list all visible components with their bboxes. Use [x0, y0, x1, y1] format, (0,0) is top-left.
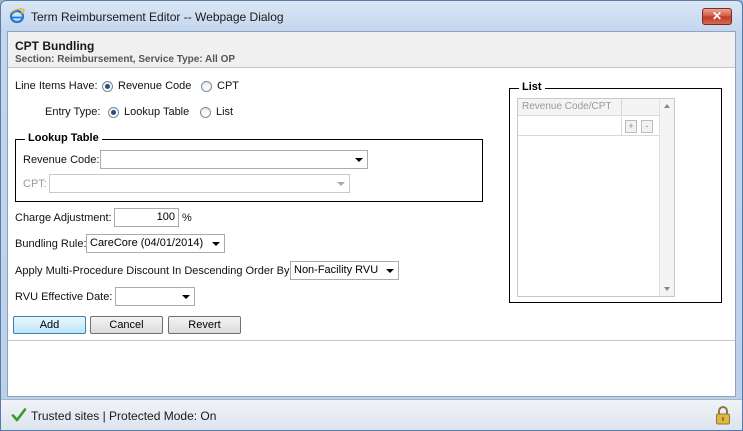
bundling-rule-value: CareCore (04/01/2014) [90, 237, 204, 249]
chevron-down-icon [337, 182, 345, 186]
charge-adjustment-unit: % [182, 212, 192, 224]
dialog-window: Term Reimbursement Editor -- Webpage Dia… [0, 0, 743, 431]
bundling-rule-label: Bundling Rule: [15, 238, 87, 250]
close-button[interactable]: ✕ [702, 8, 732, 25]
radio-lookup-table-label[interactable]: Lookup Table [124, 106, 189, 118]
radio-cpt-label[interactable]: CPT [217, 80, 239, 92]
chevron-down-icon [212, 242, 220, 246]
section-header: CPT Bundling Section: Reimbursement, Ser… [8, 32, 735, 68]
bundling-rule-dropdown[interactable]: CareCore (04/01/2014) [86, 234, 225, 253]
cancel-button[interactable]: Cancel [90, 316, 163, 334]
page-title: CPT Bundling [15, 39, 95, 53]
divider [8, 340, 735, 341]
close-icon: ✕ [711, 9, 723, 23]
radio-list[interactable] [200, 107, 211, 118]
window-title: Term Reimbursement Editor -- Webpage Dia… [31, 10, 284, 24]
revert-button[interactable]: Revert [168, 316, 241, 334]
scroll-up-icon[interactable] [664, 104, 670, 108]
dialog-content: CPT Bundling Section: Reimbursement, Ser… [7, 31, 736, 397]
check-icon [11, 408, 27, 422]
radio-lookup-table[interactable] [108, 107, 119, 118]
charge-adjustment-input[interactable]: 100 [114, 208, 179, 227]
charge-adjustment-label: Charge Adjustment: [15, 212, 112, 224]
lookup-table-legend: Lookup Table [25, 132, 102, 144]
chevron-down-icon [182, 295, 190, 299]
scroll-down-icon[interactable] [664, 287, 670, 291]
radio-list-label[interactable]: List [216, 106, 233, 118]
grid-remove-button[interactable]: - [641, 120, 653, 133]
ie-icon [9, 8, 25, 24]
chevron-down-icon [386, 269, 394, 273]
grid-header-spacer [622, 99, 659, 116]
multi-procedure-value: Non-Facility RVU [294, 264, 379, 276]
entry-type-label: Entry Type: [45, 106, 101, 118]
status-bar: Trusted sites | Protected Mode: On [1, 399, 742, 430]
radio-revenue-code[interactable] [102, 81, 113, 92]
title-bar[interactable]: Term Reimbursement Editor -- Webpage Dia… [1, 1, 742, 31]
add-button[interactable]: Add [13, 316, 86, 334]
rvu-effective-date-dropdown[interactable] [115, 287, 195, 306]
revenue-code-dropdown[interactable] [100, 150, 368, 169]
page-subtitle: Section: Reimbursement, Service Type: Al… [15, 54, 236, 65]
revenue-code-label: Revenue Code: [23, 154, 100, 166]
grid-column-header: Revenue Code/CPT [518, 99, 622, 116]
status-text: Trusted sites | Protected Mode: On [31, 409, 217, 423]
grid-scrollbar[interactable] [659, 99, 674, 296]
table-row: + - [518, 117, 659, 136]
cpt-dropdown [49, 174, 350, 193]
cpt-label: CPT: [23, 178, 47, 190]
multi-procedure-dropdown[interactable]: Non-Facility RVU [290, 261, 399, 280]
chevron-down-icon [355, 158, 363, 162]
rvu-effective-date-label: RVU Effective Date: [15, 291, 113, 303]
grid-add-button[interactable]: + [625, 120, 637, 133]
multi-procedure-label: Apply Multi-Procedure Discount In Descen… [15, 265, 293, 277]
list-grid: Revenue Code/CPT + - [517, 98, 675, 297]
radio-cpt[interactable] [201, 81, 212, 92]
lock-icon [716, 406, 730, 425]
list-legend: List [519, 81, 545, 93]
radio-revenue-code-label[interactable]: Revenue Code [118, 80, 191, 92]
cell-separator [621, 117, 622, 136]
line-items-label: Line Items Have: [15, 80, 98, 92]
